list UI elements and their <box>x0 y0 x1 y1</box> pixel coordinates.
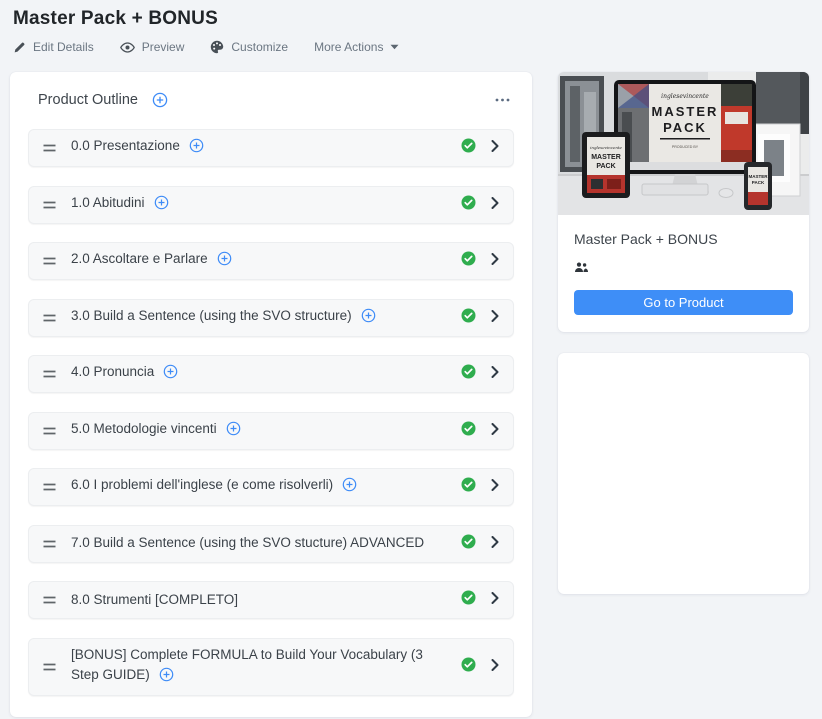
outline-item-label: 3.0 Build a Sentence (using the SVO stru… <box>71 306 461 330</box>
action-bar: Edit Details Preview Customize More Acti… <box>13 40 399 54</box>
drag-handle-icon[interactable] <box>43 427 56 435</box>
svg-text:PACK: PACK <box>752 180 765 185</box>
chevron-right-icon[interactable] <box>491 309 499 327</box>
product-card-title: Master Pack + BONUS <box>574 231 718 247</box>
product-outline-panel: Product Outline 0.0 Presentazione 1.0 Ab… <box>10 72 532 717</box>
go-to-product-button[interactable]: Go to Product <box>574 290 793 315</box>
more-actions-button[interactable]: More Actions <box>314 40 399 54</box>
svg-text:PACK: PACK <box>663 120 707 135</box>
page-header: Master Pack + BONUS <box>13 8 218 30</box>
svg-text:MASTER: MASTER <box>652 104 719 119</box>
outline-item-row[interactable]: 6.0 I problemi dell'inglese (e come riso… <box>28 468 514 506</box>
empty-side-card <box>558 353 809 594</box>
outline-title: Product Outline <box>38 92 138 108</box>
outline-item-label: 4.0 Pronuncia <box>71 362 461 386</box>
drag-handle-icon[interactable] <box>43 257 56 265</box>
outline-item-label: 7.0 Build a Sentence (using the SVO stuc… <box>71 535 425 551</box>
outline-item-row[interactable]: [BONUS] Complete FORMULA to Build Your V… <box>28 637 514 697</box>
chevron-right-icon[interactable] <box>491 139 499 157</box>
chevron-right-icon[interactable] <box>491 196 499 214</box>
outline-item-label: 8.0 Strumenti [COMPLETO] <box>71 591 239 607</box>
drag-handle-icon[interactable] <box>43 201 56 209</box>
outline-item-label: [BONUS] Complete FORMULA to Build Your V… <box>71 645 461 690</box>
customize-button[interactable]: Customize <box>210 40 288 54</box>
add-lesson-icon[interactable] <box>342 477 357 499</box>
drag-handle-icon[interactable] <box>43 483 56 491</box>
outline-item-label: 0.0 Presentazione <box>71 136 461 160</box>
svg-text:MASTER: MASTER <box>749 174 769 179</box>
outline-item-row[interactable]: 2.0 Ascoltare e Parlare <box>28 242 514 280</box>
status-complete-icon <box>461 657 476 677</box>
status-complete-icon <box>461 421 476 441</box>
chevron-right-icon[interactable] <box>491 365 499 383</box>
add-lesson-icon[interactable] <box>217 251 232 273</box>
chevron-right-icon[interactable] <box>491 591 499 609</box>
edit-details-label: Edit Details <box>33 40 94 54</box>
outline-item-row[interactable]: 5.0 Metodologie vincenti <box>28 411 514 450</box>
outline-item-row[interactable]: 8.0 Strumenti [COMPLETO] <box>28 581 514 619</box>
outline-item-row[interactable]: 4.0 Pronuncia <box>28 355 514 393</box>
palette-icon <box>210 40 224 54</box>
add-lesson-icon[interactable] <box>189 138 204 160</box>
caret-down-icon <box>390 44 399 50</box>
outline-item-row[interactable]: 0.0 Presentazione <box>28 129 514 167</box>
outline-item-label: 5.0 Metodologie vincenti <box>71 419 461 443</box>
drag-handle-icon[interactable] <box>43 540 56 548</box>
chevron-right-icon[interactable] <box>491 478 499 496</box>
svg-text:inglesevincente: inglesevincente <box>661 93 709 100</box>
status-complete-icon <box>461 364 476 384</box>
drag-handle-icon[interactable] <box>43 663 56 671</box>
chevron-right-icon[interactable] <box>491 252 499 270</box>
members-row <box>574 260 793 274</box>
status-complete-icon <box>461 590 476 610</box>
edit-details-button[interactable]: Edit Details <box>13 40 94 54</box>
drag-handle-icon[interactable] <box>43 596 56 604</box>
customize-label: Customize <box>231 40 289 54</box>
chevron-right-icon[interactable] <box>491 658 499 676</box>
add-lesson-icon[interactable] <box>163 364 178 386</box>
pencil-icon <box>13 41 26 54</box>
drag-handle-icon[interactable] <box>43 144 56 152</box>
svg-text:PRODUCED BY: PRODUCED BY <box>672 145 699 149</box>
status-complete-icon <box>461 477 476 497</box>
outline-item-row[interactable]: 3.0 Build a Sentence (using the SVO stru… <box>28 298 514 337</box>
status-complete-icon <box>461 534 476 554</box>
users-icon <box>574 260 589 274</box>
add-lesson-icon[interactable] <box>361 308 376 330</box>
panel-menu-ellipsis-icon[interactable] <box>495 98 510 102</box>
add-lesson-icon[interactable] <box>159 667 174 689</box>
outline-item-row[interactable]: 1.0 Abitudini <box>28 185 514 224</box>
add-category-icon[interactable] <box>152 92 168 108</box>
page-title: Master Pack + BONUS <box>13 8 218 29</box>
outline-item-label: 1.0 Abitudini <box>71 193 461 217</box>
add-lesson-icon[interactable] <box>226 421 241 443</box>
svg-text:inglesevincente: inglesevincente <box>590 145 622 150</box>
status-complete-icon <box>461 251 476 271</box>
status-complete-icon <box>461 138 476 158</box>
outline-item-label: 2.0 Ascoltare e Parlare <box>71 249 461 273</box>
outline-item-row[interactable]: 7.0 Build a Sentence (using the SVO stuc… <box>28 524 514 563</box>
status-complete-icon <box>461 195 476 215</box>
chevron-right-icon[interactable] <box>491 422 499 440</box>
preview-label: Preview <box>141 40 185 54</box>
outline-item-list: 0.0 Presentazione 1.0 Abitudini 2.0 Asco… <box>28 129 514 697</box>
drag-handle-icon[interactable] <box>43 314 56 322</box>
drag-handle-icon[interactable] <box>43 370 56 378</box>
outline-header: Product Outline <box>28 92 514 108</box>
svg-text:PACK: PACK <box>596 163 615 170</box>
add-lesson-icon[interactable] <box>154 195 169 217</box>
svg-text:MASTER: MASTER <box>591 154 621 161</box>
outline-item-label: 6.0 I problemi dell'inglese (e come riso… <box>71 475 461 499</box>
preview-button[interactable]: Preview <box>119 40 185 54</box>
status-complete-icon <box>461 308 476 328</box>
chevron-right-icon[interactable] <box>491 535 499 553</box>
more-actions-label: More Actions <box>314 40 384 54</box>
product-summary-card: inglesevincente MASTER PACK PRODUCED BY … <box>558 72 809 332</box>
product-image: inglesevincente MASTER PACK PRODUCED BY … <box>558 72 809 215</box>
eye-icon <box>119 41 135 53</box>
